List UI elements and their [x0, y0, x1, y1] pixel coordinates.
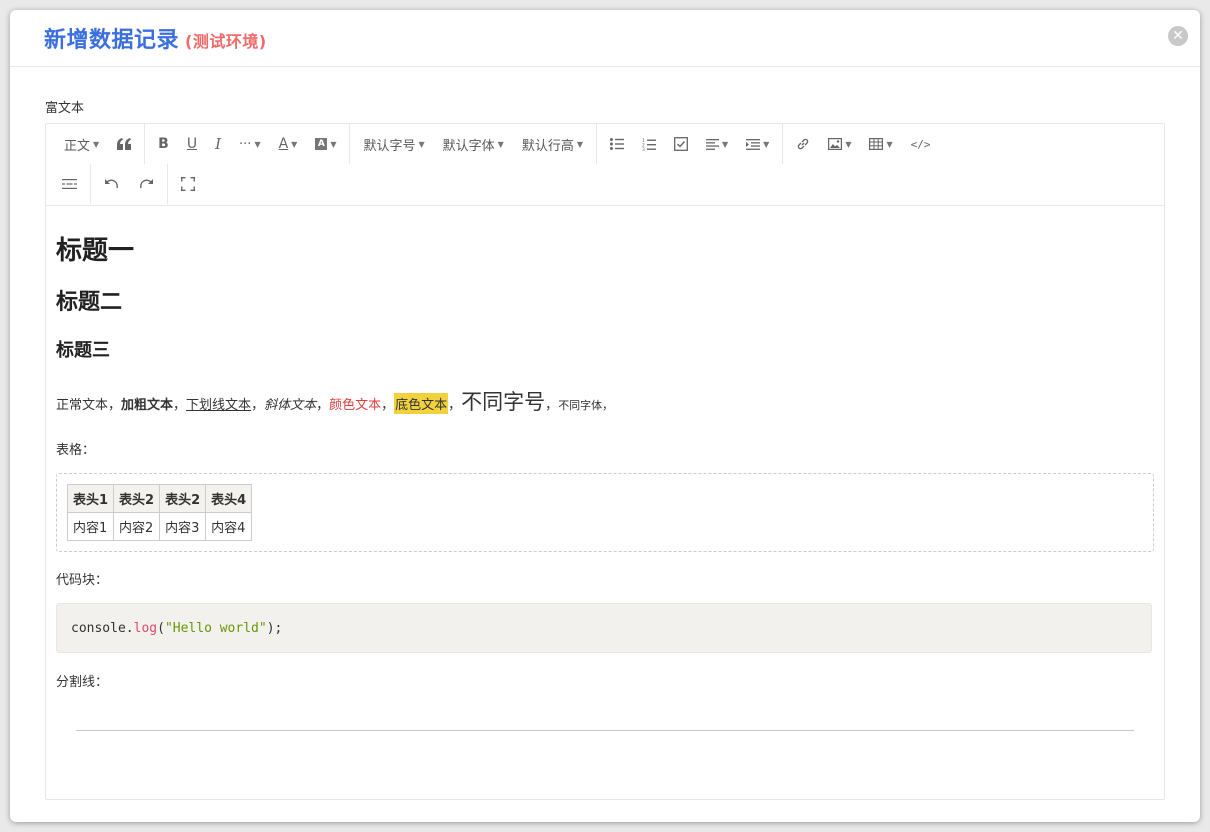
paragraph-select-label: 正文	[64, 138, 91, 154]
table-header-cell: 表头4	[205, 484, 253, 513]
more-style-icon[interactable]: ··· ▼	[230, 124, 270, 164]
editor-toolbar: 正文 ▼ B U I ··· ▼ A ▼ A ▼ 默认字号 ▼ 默认字体 ▼ 默认行高 ▼	[46, 124, 1164, 206]
underline-icon[interactable]: U	[178, 124, 206, 164]
separator: ，	[316, 398, 330, 413]
italic-text: 斜体文本	[264, 398, 317, 413]
table-header-cell: 表头1	[66, 484, 115, 513]
redo-icon[interactable]	[129, 164, 163, 204]
rich-text-editor[interactable]: 正文 ▼ B U I ··· ▼ A ▼ A ▼ 默认字号 ▼ 默认字体 ▼ 默认行高 ▼	[45, 123, 1165, 800]
italic-icon[interactable]: I	[206, 124, 230, 164]
numbered-list-icon[interactable]: 123	[633, 124, 665, 164]
table-block[interactable]: 表头1 表头2 表头2 表头4 内容1 内容2 内容3 内容4	[56, 473, 1154, 552]
heading-2: 标题二	[56, 290, 123, 315]
content-table: 表头1 表头2 表头2 表头4 内容1 内容2 内容3 内容4	[66, 484, 253, 541]
highlighted-text: 底色文本	[394, 393, 449, 414]
heading-1: 标题一	[56, 236, 135, 266]
image-icon[interactable]: ▼	[819, 124, 860, 164]
horizontal-divider	[76, 730, 1134, 731]
table-header-cell: 表头2	[159, 484, 207, 513]
blockquote-icon[interactable]	[108, 124, 140, 164]
divider-label: 分割线：	[56, 675, 109, 690]
modal-title: 新增数据记录 (测试环境)	[44, 22, 267, 54]
table-cell: 内容4	[205, 512, 253, 541]
field-label-richtext: 富文本	[45, 101, 85, 116]
code-string: "Hello world"	[164, 621, 267, 636]
table-cell: 内容2	[113, 512, 161, 541]
code-paren-close: );	[266, 621, 283, 636]
align-icon[interactable]: ▼	[697, 124, 737, 164]
paragraph-select[interactable]: 正文 ▼	[46, 124, 108, 164]
table-label: 表格：	[56, 443, 96, 458]
font-family-select[interactable]: 默认字体 ▼	[434, 124, 513, 164]
code-function: log	[133, 621, 158, 636]
close-icon[interactable]: ✕	[1168, 26, 1188, 46]
font-size-select[interactable]: 默认字号 ▼	[354, 124, 433, 164]
bg-color-icon[interactable]: A ▼	[306, 124, 345, 164]
separator: ，	[448, 398, 462, 413]
table-header-cell: 表头2	[113, 484, 161, 513]
normal-text: 正常文本，	[56, 398, 122, 413]
different-font-text: 不同字体，	[558, 399, 614, 412]
underline-text: 下划线文本	[186, 398, 252, 413]
table-icon[interactable]: ▼	[860, 124, 901, 164]
indent-icon[interactable]: ▼	[737, 124, 778, 164]
formatted-paragraph: 正常文本， 加粗文本 ， 下划线文本 ， 斜体文本 ， 颜色文本 ， 底色文本 …	[56, 386, 613, 416]
env-label: (测试环境)	[185, 32, 267, 51]
code-icon[interactable]: </>	[902, 124, 940, 164]
table-cell: 内容3	[159, 512, 207, 541]
modal-title-text: 新增数据记录	[44, 28, 180, 53]
separator: ，	[381, 398, 395, 413]
todo-checkbox-icon[interactable]	[665, 124, 697, 164]
modal-header: 新增数据记录 (测试环境) ✕	[10, 10, 1200, 67]
bold-icon[interactable]: B	[149, 124, 178, 164]
link-icon[interactable]	[787, 124, 819, 164]
bulleted-list-icon[interactable]	[601, 124, 633, 164]
code-block-label: 代码块：	[56, 573, 109, 588]
code-block[interactable]: console.log("Hello world");	[56, 603, 1152, 653]
heading-3: 标题三	[56, 340, 110, 361]
add-record-modal: 新增数据记录 (测试环境) ✕ 富文本 正文 ▼ B U I ··· ▼ A ▼ A ▼ …	[10, 10, 1200, 822]
bold-text: 加粗文本	[121, 398, 174, 413]
undo-icon[interactable]	[95, 164, 129, 204]
svg-text:3: 3	[642, 147, 645, 151]
divider-line-icon[interactable]	[46, 164, 86, 204]
big-size-text: 不同字号	[461, 390, 546, 414]
table-cell: 内容1	[66, 512, 115, 541]
code-paren-open: (	[157, 621, 165, 636]
separator: ，	[251, 398, 265, 413]
font-color-icon[interactable]: A ▼	[270, 124, 307, 164]
separator: ，	[545, 398, 559, 413]
fullscreen-icon[interactable]	[172, 164, 204, 204]
line-height-label: 默认行高	[521, 138, 574, 154]
line-height-select[interactable]: 默认行高 ▼	[513, 124, 592, 164]
font-family-label: 默认字体	[442, 138, 495, 154]
font-size-label: 默认字号	[363, 138, 416, 154]
separator: ，	[173, 398, 187, 413]
colored-text: 颜色文本	[329, 398, 382, 413]
code-object: console.	[71, 621, 134, 636]
